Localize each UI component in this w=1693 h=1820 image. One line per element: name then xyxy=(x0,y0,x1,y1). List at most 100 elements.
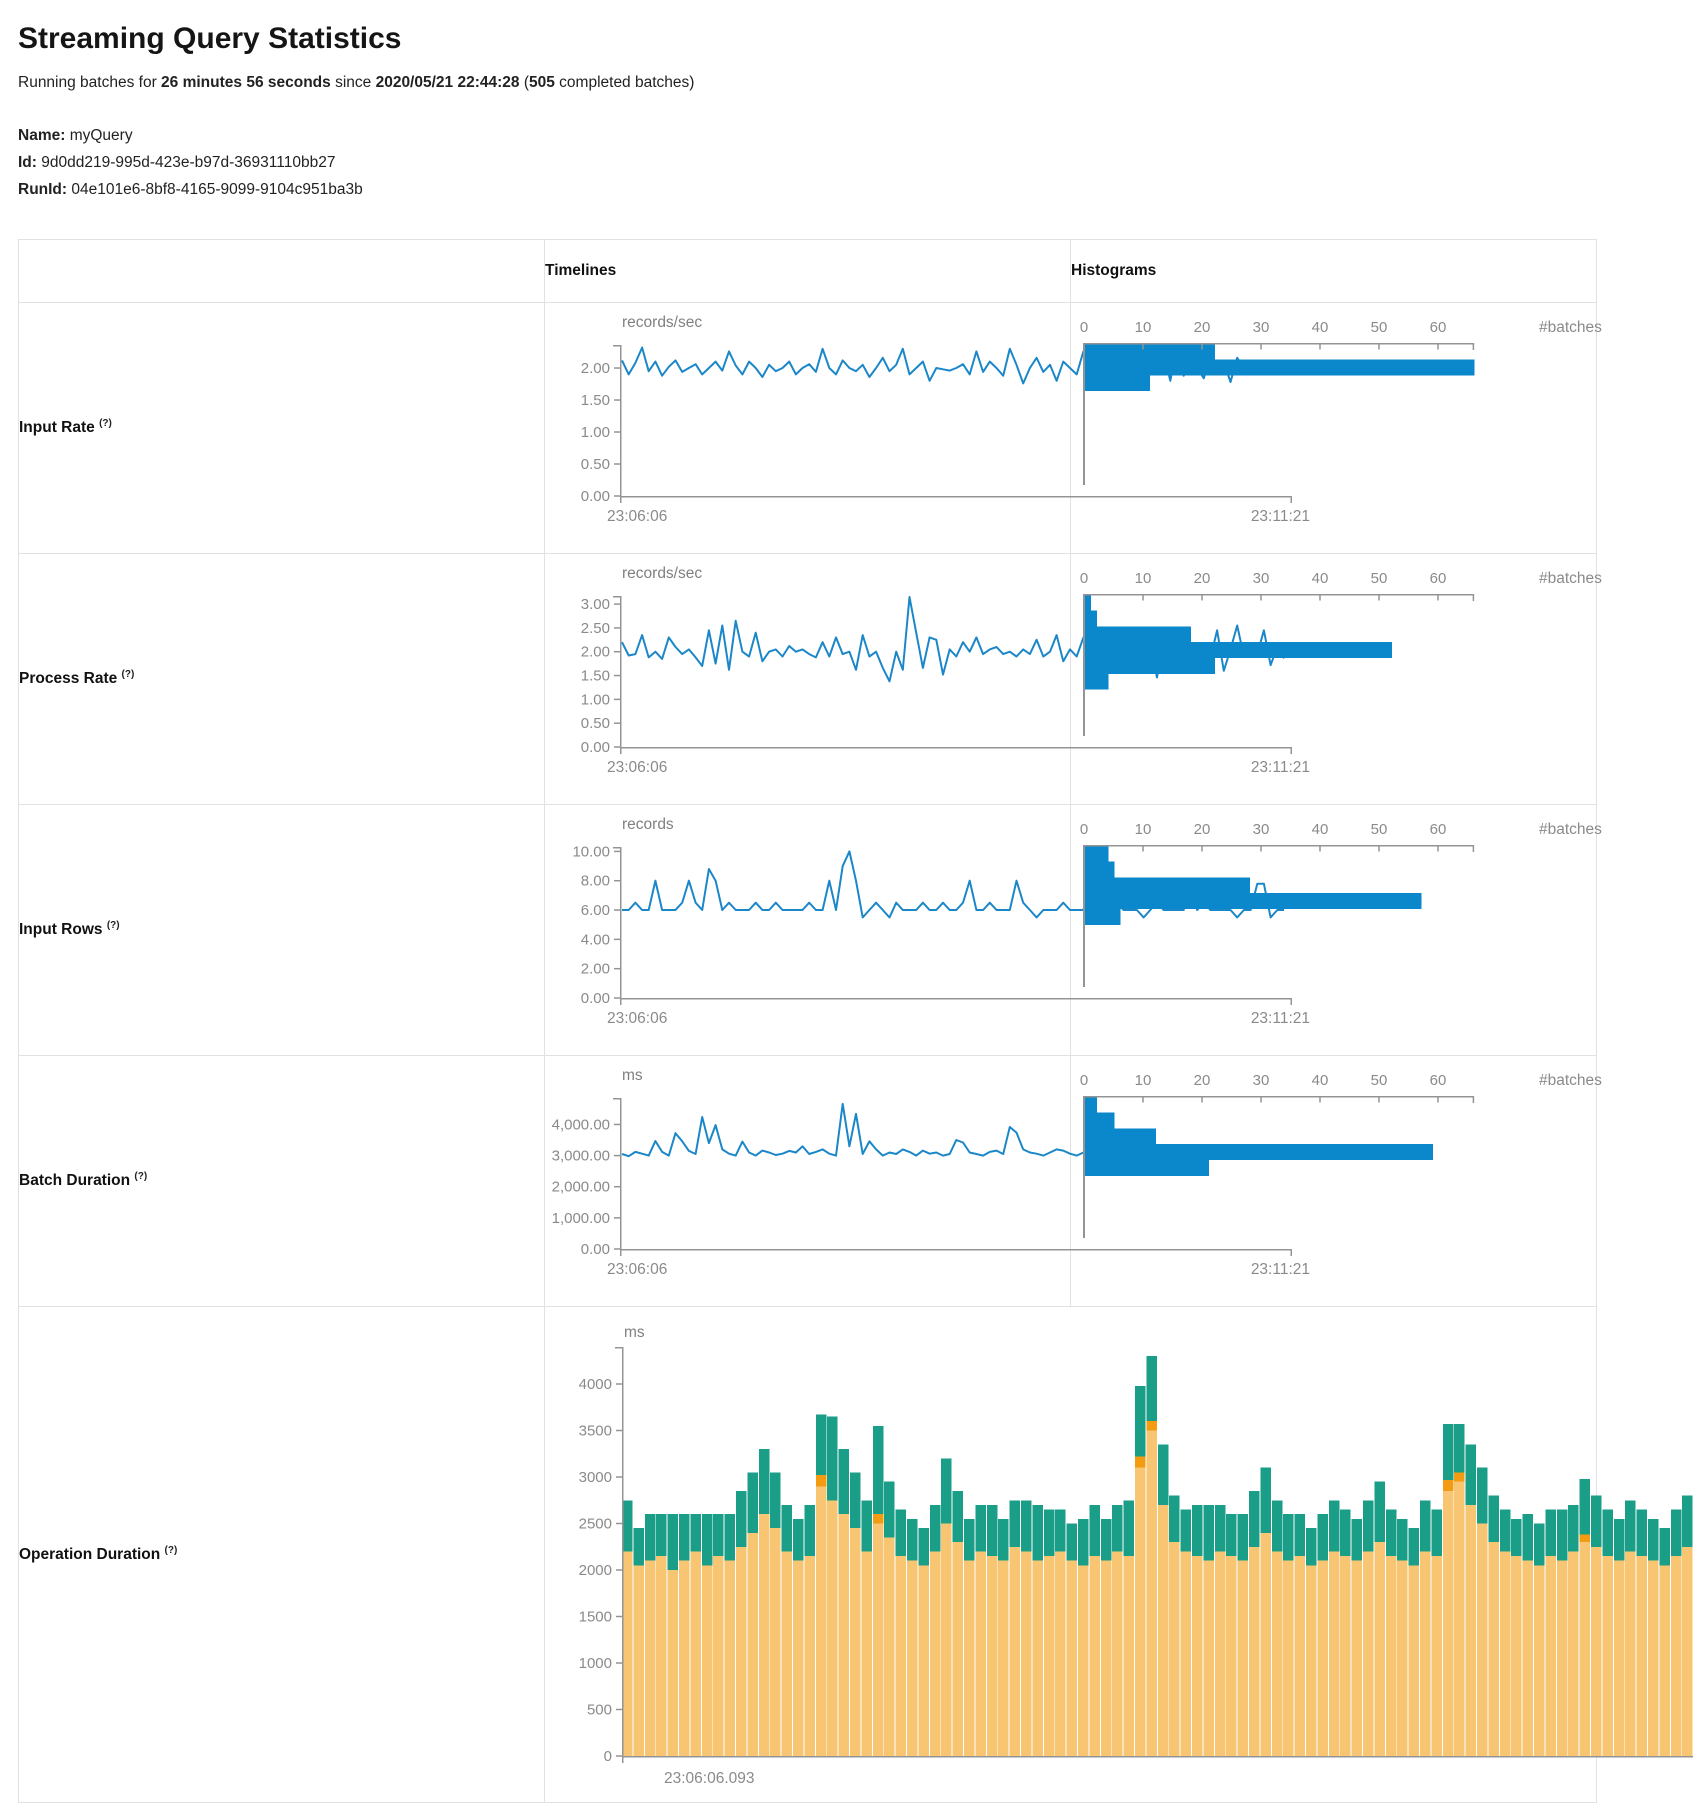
svg-text:10: 10 xyxy=(1135,570,1152,587)
svg-text:23:06:06: 23:06:06 xyxy=(607,1261,667,1278)
batch-duration-label: Batch Duration xyxy=(19,1173,130,1190)
svg-text:1,000.00: 1,000.00 xyxy=(552,1210,610,1227)
query-name-line: Name: myQuery xyxy=(18,122,1675,149)
operation-duration-label-cell: Operation Duration (?) xyxy=(19,1307,545,1803)
svg-text:4.00: 4.00 xyxy=(581,931,610,948)
input-rows-label-cell: Input Rows (?) xyxy=(19,805,545,1056)
svg-text:20: 20 xyxy=(1194,821,1211,838)
operation-duration-row: Operation Duration (?) ms400035003000250… xyxy=(19,1307,1597,1803)
svg-text:1.50: 1.50 xyxy=(581,392,610,409)
operation-duration-hint-icon[interactable]: (?) xyxy=(165,1545,178,1556)
svg-text:0: 0 xyxy=(604,1748,612,1765)
svg-text:0.50: 0.50 xyxy=(581,456,610,473)
process-rate-timeline-cell: records/sec3.002.502.001.501.000.500.002… xyxy=(545,554,1071,805)
timelines-column-header: Timelines xyxy=(545,240,1071,303)
running-batches-line: Running batches for 26 minutes 56 second… xyxy=(18,74,1675,92)
runid-label: RunId: xyxy=(18,181,67,198)
svg-text:2.00: 2.00 xyxy=(581,961,610,978)
svg-text:records/sec: records/sec xyxy=(622,314,702,331)
svg-text:4,000.00: 4,000.00 xyxy=(552,1116,610,1133)
process-rate-histogram-chart: 0102030405060#batches xyxy=(1071,554,1610,804)
svg-text:60: 60 xyxy=(1430,1072,1447,1089)
svg-text:40: 40 xyxy=(1312,821,1329,838)
svg-text:30: 30 xyxy=(1253,1072,1270,1089)
svg-text:20: 20 xyxy=(1194,1072,1211,1089)
input-rate-hint-icon[interactable]: (?) xyxy=(99,418,112,429)
input-rate-timeline-cell: records/sec2.001.501.000.500.0023:06:062… xyxy=(545,303,1071,554)
svg-text:10: 10 xyxy=(1135,821,1152,838)
input-rate-row: Input Rate (?) records/sec2.001.501.000.… xyxy=(19,303,1597,554)
svg-text:0: 0 xyxy=(1080,570,1088,587)
svg-text:500: 500 xyxy=(587,1702,612,1719)
operation-duration-chart-cell: ms4000350030002500200015001000500023:06:… xyxy=(545,1307,1597,1803)
batch-duration-histogram-cell: 0102030405060#batches xyxy=(1071,1056,1597,1307)
svg-text:50: 50 xyxy=(1371,1072,1388,1089)
svg-text:3000: 3000 xyxy=(579,1469,612,1486)
running-mid: since xyxy=(331,74,376,91)
query-id-line: Id: 9d0dd219-995d-423e-b97d-36931110bb27 xyxy=(18,149,1675,176)
query-runid-line: RunId: 04e101e6-8bf8-4165-9099-9104c951b… xyxy=(18,176,1675,203)
svg-text:60: 60 xyxy=(1430,319,1447,336)
batch-duration-histogram-chart: 0102030405060#batches xyxy=(1071,1056,1610,1306)
svg-text:ms: ms xyxy=(622,1067,643,1084)
svg-text:2000: 2000 xyxy=(579,1562,612,1579)
svg-text:50: 50 xyxy=(1371,319,1388,336)
input-rows-timeline-cell: records10.008.006.004.002.000.0023:06:06… xyxy=(545,805,1071,1056)
svg-text:#batches: #batches xyxy=(1539,570,1602,587)
svg-text:30: 30 xyxy=(1253,319,1270,336)
batch-duration-hint-icon[interactable]: (?) xyxy=(134,1171,147,1182)
svg-text:60: 60 xyxy=(1430,821,1447,838)
running-duration: 26 minutes 56 seconds xyxy=(161,74,331,91)
table-header-row: Timelines Histograms xyxy=(19,240,1597,303)
svg-text:0: 0 xyxy=(1080,821,1088,838)
svg-text:40: 40 xyxy=(1312,1072,1329,1089)
svg-text:23:06:06: 23:06:06 xyxy=(607,508,667,525)
svg-text:23:11:21: 23:11:21 xyxy=(1251,1261,1310,1278)
svg-text:10: 10 xyxy=(1135,319,1152,336)
svg-text:0.00: 0.00 xyxy=(581,739,610,756)
svg-text:1.00: 1.00 xyxy=(581,691,610,708)
svg-text:2.00: 2.00 xyxy=(581,360,610,377)
svg-text:#batches: #batches xyxy=(1539,319,1602,336)
svg-text:0: 0 xyxy=(1080,319,1088,336)
process-rate-hint-icon[interactable]: (?) xyxy=(122,669,135,680)
svg-text:1.50: 1.50 xyxy=(581,668,610,685)
svg-text:1.00: 1.00 xyxy=(581,424,610,441)
svg-text:40: 40 xyxy=(1312,570,1329,587)
svg-text:10.00: 10.00 xyxy=(572,843,610,860)
name-value: myQuery xyxy=(70,127,133,144)
svg-text:10: 10 xyxy=(1135,1072,1152,1089)
svg-text:20: 20 xyxy=(1194,319,1211,336)
svg-text:23:06:06.093: 23:06:06.093 xyxy=(664,1770,755,1787)
svg-text:23:11:21: 23:11:21 xyxy=(1251,508,1310,525)
svg-text:records: records xyxy=(622,816,674,833)
batch-duration-row: Batch Duration (?) ms 4,000.00 3,000.00 2,0… xyxy=(19,1056,1597,1307)
svg-text:records/sec: records/sec xyxy=(622,565,702,582)
page-title: Streaming Query Statistics xyxy=(18,22,1675,56)
query-meta: Name: myQuery Id: 9d0dd219-995d-423e-b97… xyxy=(18,122,1675,203)
streaming-query-statistics-page: Streaming Query Statistics Running batch… xyxy=(0,0,1693,1819)
running-suffix: completed batches) xyxy=(555,74,695,91)
svg-text:#batches: #batches xyxy=(1539,821,1602,838)
svg-text:0.50: 0.50 xyxy=(581,715,610,732)
svg-text:20: 20 xyxy=(1194,570,1211,587)
svg-text:2.00: 2.00 xyxy=(581,644,610,661)
running-start-time: 2020/05/21 22:44:28 xyxy=(376,74,520,91)
svg-text:30: 30 xyxy=(1253,821,1270,838)
svg-text:8.00: 8.00 xyxy=(581,873,610,890)
svg-text:23:11:21: 23:11:21 xyxy=(1251,759,1310,776)
histograms-column-header: Histograms xyxy=(1071,240,1597,303)
svg-text:1500: 1500 xyxy=(579,1609,612,1626)
process-rate-label-cell: Process Rate (?) xyxy=(19,554,545,805)
runid-value: 04e101e6-8bf8-4165-9099-9104c951ba3b xyxy=(71,181,362,198)
svg-text:3500: 3500 xyxy=(579,1423,612,1440)
svg-text:2500: 2500 xyxy=(579,1516,612,1533)
statistics-table: Timelines Histograms Input Rate (?) reco… xyxy=(18,239,1597,1803)
input-rows-histogram-cell: 0102030405060#batches xyxy=(1071,805,1597,1056)
svg-text:6.00: 6.00 xyxy=(581,902,610,919)
svg-text:23:11:21: 23:11:21 xyxy=(1251,1010,1310,1027)
svg-text:2,000.00: 2,000.00 xyxy=(552,1179,610,1196)
input-rows-hint-icon[interactable]: (?) xyxy=(107,920,120,931)
svg-text:3,000.00: 3,000.00 xyxy=(552,1148,610,1165)
svg-text:3.00: 3.00 xyxy=(581,596,610,613)
